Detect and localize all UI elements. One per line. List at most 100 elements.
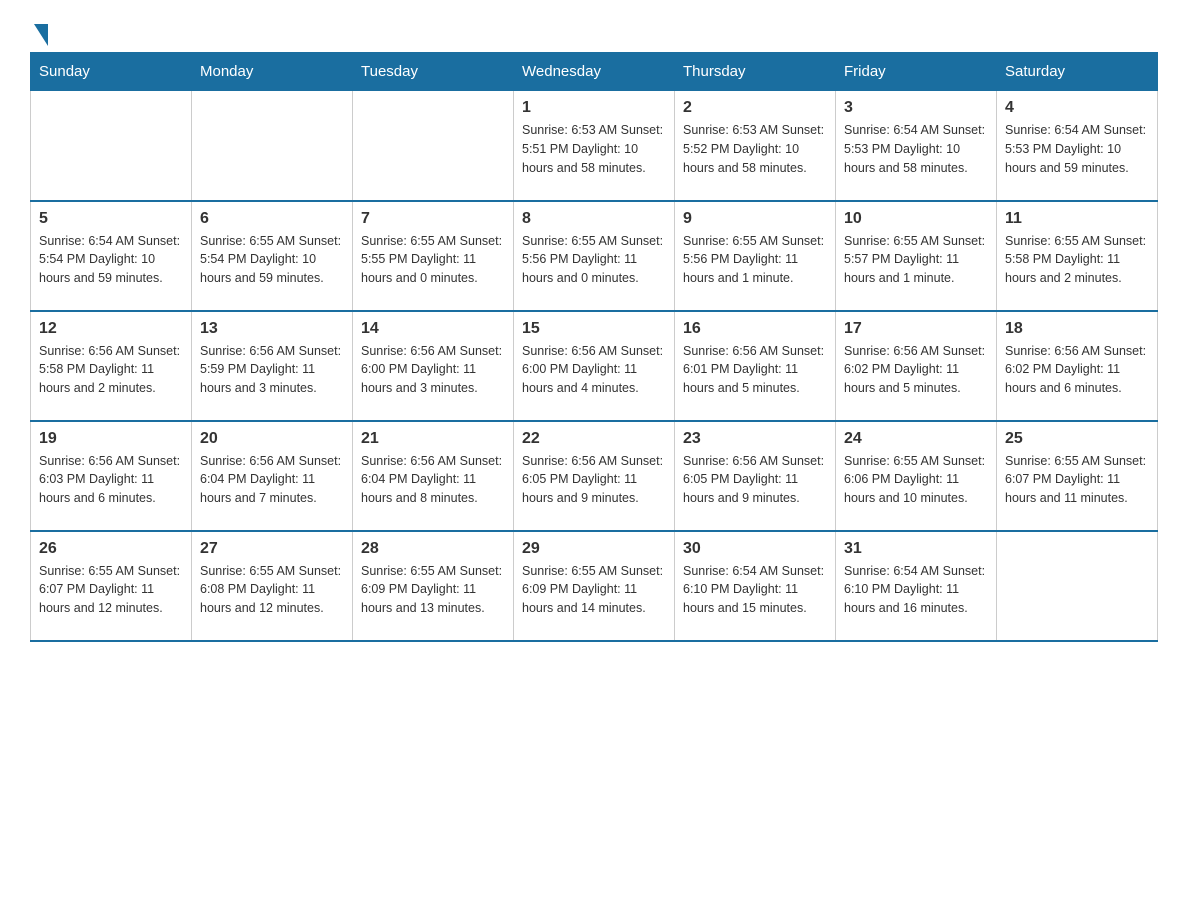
calendar-cell: [353, 91, 514, 201]
calendar-cell: 16Sunrise: 6:56 AM Sunset: 6:01 PM Dayli…: [675, 311, 836, 421]
calendar-cell: 28 Sunrise: 6:55 AM Sunset: 6:09 PM Dayli…: [353, 531, 514, 641]
day-info: Sunrise: 6:56 AM Sunset: 6:00 PM Dayligh…: [361, 342, 505, 398]
calendar-cell: 24Sunrise: 6:55 AM Sunset: 6:06 PM Dayli…: [836, 421, 997, 531]
day-number: 17: [844, 320, 988, 338]
day-number: 20: [200, 430, 344, 448]
day-info: Sunrise: 6:55 AM Sunset: 6:07 PM Dayligh…: [39, 562, 183, 618]
calendar-header-tuesday: Tuesday: [353, 53, 514, 91]
day-number: 30: [683, 540, 827, 558]
calendar-week-row: 1 Sunrise: 6:53 AM Sunset: 5:51 PM Daylig…: [31, 91, 1158, 201]
day-info: Sunrise: 6:54 AM Sunset: 5:54 PM Dayligh…: [39, 232, 183, 288]
calendar-cell: 6Sunrise: 6:55 AM Sunset: 5:54 PM Daylig…: [192, 201, 353, 311]
calendar-week-row: 5 Sunrise: 6:54 AM Sunset: 5:54 PM Daylig…: [31, 201, 1158, 311]
day-number: 12: [39, 320, 183, 338]
day-info: Sunrise: 6:55 AM Sunset: 6:06 PM Dayligh…: [844, 452, 988, 508]
calendar-cell: 7 Sunrise: 6:55 AM Sunset: 5:55 PM Daylig…: [353, 201, 514, 311]
day-info: Sunrise: 6:56 AM Sunset: 6:05 PM Dayligh…: [522, 452, 666, 508]
calendar-cell: 3 Sunrise: 6:54 AM Sunset: 5:53 PM Daylig…: [836, 91, 997, 201]
calendar-cell: 31 Sunrise: 6:54 AM Sunset: 6:10 PM Dayli…: [836, 531, 997, 641]
day-number: 10: [844, 210, 988, 228]
day-number: 18: [1005, 320, 1149, 338]
calendar-cell: 19 Sunrise: 6:56 AM Sunset: 6:03 PM Dayli…: [31, 421, 192, 531]
calendar-week-row: 19 Sunrise: 6:56 AM Sunset: 6:03 PM Dayli…: [31, 421, 1158, 531]
day-info: Sunrise: 6:55 AM Sunset: 5:54 PM Dayligh…: [200, 232, 344, 288]
day-info: Sunrise: 6:56 AM Sunset: 6:04 PM Dayligh…: [200, 452, 344, 508]
calendar-cell: 2 Sunrise: 6:53 AM Sunset: 5:52 PM Daylig…: [675, 91, 836, 201]
calendar-cell: 10 Sunrise: 6:55 AM Sunset: 5:57 PM Dayli…: [836, 201, 997, 311]
day-info: Sunrise: 6:56 AM Sunset: 6:03 PM Dayligh…: [39, 452, 183, 508]
day-info: Sunrise: 6:55 AM Sunset: 6:09 PM Dayligh…: [361, 562, 505, 618]
day-info: Sunrise: 6:55 AM Sunset: 5:58 PM Dayligh…: [1005, 232, 1149, 288]
day-number: 27: [200, 540, 344, 558]
day-number: 22: [522, 430, 666, 448]
day-number: 7: [361, 210, 505, 228]
calendar-cell: 14 Sunrise: 6:56 AM Sunset: 6:00 PM Dayli…: [353, 311, 514, 421]
logo-triangle-icon: [34, 24, 48, 46]
day-number: 5: [39, 210, 183, 228]
calendar-cell: [31, 91, 192, 201]
calendar-week-row: 26 Sunrise: 6:55 AM Sunset: 6:07 PM Dayli…: [31, 531, 1158, 641]
calendar-cell: 12 Sunrise: 6:56 AM Sunset: 5:58 PM Dayli…: [31, 311, 192, 421]
calendar-cell: 30 Sunrise: 6:54 AM Sunset: 6:10 PM Dayli…: [675, 531, 836, 641]
day-info: Sunrise: 6:54 AM Sunset: 6:10 PM Dayligh…: [844, 562, 988, 618]
day-number: 9: [683, 210, 827, 228]
calendar-cell: 27 Sunrise: 6:55 AM Sunset: 6:08 PM Dayli…: [192, 531, 353, 641]
day-number: 21: [361, 430, 505, 448]
calendar-table: SundayMondayTuesdayWednesdayThursdayFrid…: [30, 52, 1158, 642]
page-header: [30, 20, 1158, 42]
day-info: Sunrise: 6:55 AM Sunset: 5:55 PM Dayligh…: [361, 232, 505, 288]
day-number: 26: [39, 540, 183, 558]
day-info: Sunrise: 6:55 AM Sunset: 5:56 PM Dayligh…: [683, 232, 827, 288]
day-number: 23: [683, 430, 827, 448]
day-number: 29: [522, 540, 666, 558]
day-number: 1: [522, 99, 666, 117]
day-number: 8: [522, 210, 666, 228]
day-info: Sunrise: 6:55 AM Sunset: 5:56 PM Dayligh…: [522, 232, 666, 288]
calendar-cell: 5 Sunrise: 6:54 AM Sunset: 5:54 PM Daylig…: [31, 201, 192, 311]
day-info: Sunrise: 6:55 AM Sunset: 6:08 PM Dayligh…: [200, 562, 344, 618]
calendar-cell: 29 Sunrise: 6:55 AM Sunset: 6:09 PM Dayli…: [514, 531, 675, 641]
calendar-header-thursday: Thursday: [675, 53, 836, 91]
day-number: 2: [683, 99, 827, 117]
calendar-cell: 20 Sunrise: 6:56 AM Sunset: 6:04 PM Dayli…: [192, 421, 353, 531]
calendar-cell: 9 Sunrise: 6:55 AM Sunset: 5:56 PM Daylig…: [675, 201, 836, 311]
day-number: 19: [39, 430, 183, 448]
calendar-cell: 17Sunrise: 6:56 AM Sunset: 6:02 PM Dayli…: [836, 311, 997, 421]
calendar-cell: 4Sunrise: 6:54 AM Sunset: 5:53 PM Daylig…: [997, 91, 1158, 201]
day-number: 28: [361, 540, 505, 558]
day-number: 11: [1005, 210, 1149, 228]
day-number: 13: [200, 320, 344, 338]
calendar-header-monday: Monday: [192, 53, 353, 91]
calendar-header-sunday: Sunday: [31, 53, 192, 91]
day-info: Sunrise: 6:55 AM Sunset: 6:09 PM Dayligh…: [522, 562, 666, 618]
day-info: Sunrise: 6:55 AM Sunset: 5:57 PM Dayligh…: [844, 232, 988, 288]
calendar-cell: 18Sunrise: 6:56 AM Sunset: 6:02 PM Dayli…: [997, 311, 1158, 421]
calendar-cell: 25 Sunrise: 6:55 AM Sunset: 6:07 PM Dayli…: [997, 421, 1158, 531]
calendar-cell: 13 Sunrise: 6:56 AM Sunset: 5:59 PM Dayli…: [192, 311, 353, 421]
day-info: Sunrise: 6:53 AM Sunset: 5:51 PM Dayligh…: [522, 121, 666, 177]
calendar-header-saturday: Saturday: [997, 53, 1158, 91]
day-info: Sunrise: 6:56 AM Sunset: 6:01 PM Dayligh…: [683, 342, 827, 398]
calendar-cell: 23Sunrise: 6:56 AM Sunset: 6:05 PM Dayli…: [675, 421, 836, 531]
calendar-cell: 22 Sunrise: 6:56 AM Sunset: 6:05 PM Dayli…: [514, 421, 675, 531]
day-info: Sunrise: 6:54 AM Sunset: 6:10 PM Dayligh…: [683, 562, 827, 618]
logo: [30, 20, 48, 42]
day-number: 4: [1005, 99, 1149, 117]
calendar-cell: 8 Sunrise: 6:55 AM Sunset: 5:56 PM Daylig…: [514, 201, 675, 311]
calendar-cell: 11 Sunrise: 6:55 AM Sunset: 5:58 PM Dayli…: [997, 201, 1158, 311]
calendar-cell: 21 Sunrise: 6:56 AM Sunset: 6:04 PM Dayli…: [353, 421, 514, 531]
calendar-cell: [192, 91, 353, 201]
day-info: Sunrise: 6:56 AM Sunset: 6:00 PM Dayligh…: [522, 342, 666, 398]
day-number: 31: [844, 540, 988, 558]
day-number: 25: [1005, 430, 1149, 448]
calendar-header-row: SundayMondayTuesdayWednesdayThursdayFrid…: [31, 53, 1158, 91]
day-info: Sunrise: 6:55 AM Sunset: 6:07 PM Dayligh…: [1005, 452, 1149, 508]
day-number: 3: [844, 99, 988, 117]
day-number: 14: [361, 320, 505, 338]
day-info: Sunrise: 6:56 AM Sunset: 6:04 PM Dayligh…: [361, 452, 505, 508]
calendar-cell: [997, 531, 1158, 641]
day-info: Sunrise: 6:53 AM Sunset: 5:52 PM Dayligh…: [683, 121, 827, 177]
day-info: Sunrise: 6:56 AM Sunset: 5:59 PM Dayligh…: [200, 342, 344, 398]
day-info: Sunrise: 6:56 AM Sunset: 5:58 PM Dayligh…: [39, 342, 183, 398]
day-info: Sunrise: 6:54 AM Sunset: 5:53 PM Dayligh…: [844, 121, 988, 177]
